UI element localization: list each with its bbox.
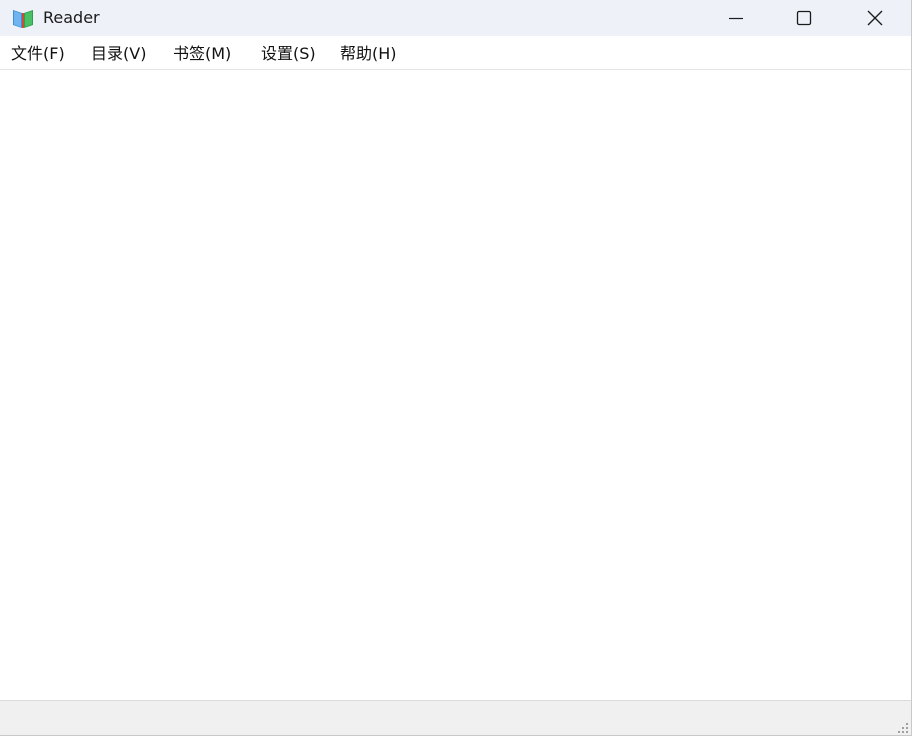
resize-grip-icon[interactable] [897, 722, 909, 734]
reading-area[interactable] [0, 70, 911, 700]
menu-contents[interactable]: 目录(V) [91, 44, 146, 64]
maximize-button[interactable] [781, 0, 827, 36]
minimize-button[interactable] [713, 0, 759, 36]
menu-bar: 文件(F) 目录(V) 书签(M) 设置(S) 帮助(H) [0, 36, 911, 70]
menu-bookmarks[interactable]: 书签(M) [173, 44, 231, 64]
maximize-icon [796, 10, 812, 26]
close-icon [867, 10, 883, 26]
status-bar [0, 700, 911, 735]
window-title: Reader [43, 8, 100, 27]
close-button[interactable] [852, 0, 898, 36]
minimize-icon [729, 17, 743, 20]
menu-file[interactable]: 文件(F) [11, 44, 65, 64]
menu-settings[interactable]: 设置(S) [261, 44, 316, 64]
reader-window: Reader 文件(F) 目录(V) 书签(M) 设置(S) 帮助(H) [0, 0, 912, 736]
title-bar[interactable]: Reader [0, 0, 911, 36]
menu-help[interactable]: 帮助(H) [340, 44, 397, 64]
book-icon [13, 10, 33, 28]
